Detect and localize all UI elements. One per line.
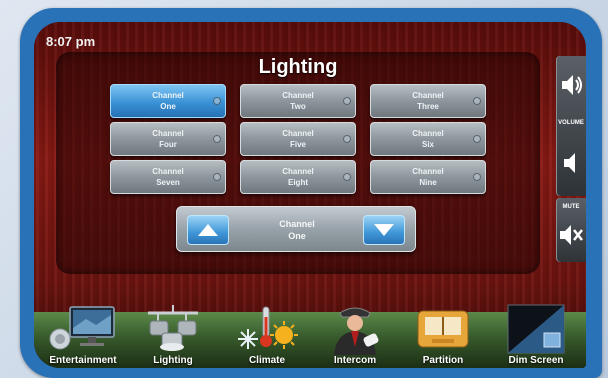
channel-line1: Channel bbox=[282, 129, 314, 138]
dock-intercom[interactable]: Intercom bbox=[320, 303, 390, 366]
indicator-dot-icon bbox=[343, 135, 351, 143]
volume-down-button[interactable] bbox=[559, 148, 583, 178]
dock-partition[interactable]: Partition bbox=[406, 303, 480, 366]
indicator-dot-icon bbox=[213, 173, 221, 181]
volume-control: VOLUME bbox=[556, 56, 586, 196]
volume-up-button[interactable] bbox=[559, 70, 583, 100]
channel-line2: Four bbox=[159, 140, 177, 149]
selected-channel-line2: One bbox=[288, 231, 306, 241]
channel-line2: Nine bbox=[419, 178, 437, 187]
channel-line1: Channel bbox=[412, 167, 444, 176]
arrow-down-icon bbox=[374, 224, 394, 236]
speaker-loud-icon bbox=[562, 75, 582, 95]
selected-channel-line1: Channel bbox=[279, 219, 315, 229]
indicator-dot-icon bbox=[473, 135, 481, 143]
channel-line1: Channel bbox=[152, 129, 184, 138]
dock-lighting[interactable]: Lighting bbox=[138, 303, 208, 366]
channel-three-button[interactable]: Channel Three bbox=[370, 84, 486, 118]
channel-line2: Six bbox=[421, 140, 434, 149]
channel-line2: Three bbox=[417, 102, 439, 111]
channel-line1: Channel bbox=[412, 129, 444, 138]
dock-entertainment[interactable]: Entertainment bbox=[40, 303, 126, 366]
dock-label: Partition bbox=[422, 355, 464, 366]
indicator-dot-icon bbox=[473, 173, 481, 181]
selected-channel-label: Channel One bbox=[237, 218, 357, 242]
channel-line2: Five bbox=[289, 140, 306, 149]
channel-seven-button[interactable]: Channel Seven bbox=[110, 160, 226, 194]
dock-label: Entertainment bbox=[49, 355, 117, 366]
dock-climate[interactable]: Climate bbox=[232, 303, 302, 366]
clock-time: 8:07 pm bbox=[46, 34, 96, 49]
channel-line1: Channel bbox=[282, 167, 314, 176]
channel-one-button[interactable]: Channel One bbox=[110, 84, 226, 118]
channel-line2: One bbox=[160, 102, 176, 111]
climate-icon bbox=[238, 306, 298, 349]
channel-up-button[interactable] bbox=[187, 215, 229, 245]
channel-line1: Channel bbox=[152, 91, 184, 100]
dim-screen-icon bbox=[507, 304, 565, 354]
channel-eight-button[interactable]: Channel Eight bbox=[240, 160, 356, 194]
channel-six-button[interactable]: Channel Six bbox=[370, 122, 486, 156]
channel-five-button[interactable]: Channel Five bbox=[240, 122, 356, 156]
channel-two-button[interactable]: Channel Two bbox=[240, 84, 356, 118]
lighting-icon bbox=[148, 305, 198, 351]
speaker-mute-icon bbox=[560, 225, 583, 245]
channel-line2: Eight bbox=[288, 178, 308, 187]
indicator-dot-icon bbox=[343, 97, 351, 105]
dock-label: Intercom bbox=[333, 355, 377, 366]
channel-down-button[interactable] bbox=[363, 215, 405, 245]
channel-line1: Channel bbox=[152, 167, 184, 176]
page-title: Lighting bbox=[258, 56, 338, 78]
channel-line1: Channel bbox=[282, 91, 314, 100]
mute-label: MUTE bbox=[562, 204, 580, 210]
dock-label: Lighting bbox=[153, 355, 193, 366]
channel-line1: Channel bbox=[412, 91, 444, 100]
indicator-dot-icon bbox=[343, 173, 351, 181]
volume-label: VOLUME bbox=[558, 120, 584, 126]
indicator-dot-icon bbox=[473, 97, 481, 105]
dock-label: Dim Screen bbox=[508, 355, 564, 366]
indicator-dot-icon bbox=[213, 135, 221, 143]
dock-dim-screen[interactable]: Dim Screen bbox=[498, 303, 574, 366]
channel-line2: Two bbox=[290, 102, 306, 111]
mute-control[interactable]: MUTE bbox=[556, 198, 586, 262]
indicator-dot-icon bbox=[213, 97, 221, 105]
partition-icon bbox=[417, 310, 469, 348]
channel-line2: Seven bbox=[156, 178, 180, 187]
intercom-icon bbox=[334, 307, 379, 355]
channel-selector: Channel One bbox=[176, 206, 416, 252]
arrow-up-icon bbox=[198, 224, 218, 236]
dock-label: Climate bbox=[248, 355, 286, 366]
channel-four-button[interactable]: Channel Four bbox=[110, 122, 226, 156]
touch-screen: 8:07 pm Lighting Channel One Channel Two… bbox=[34, 22, 586, 368]
speaker-soft-icon bbox=[564, 153, 575, 173]
entertainment-icon bbox=[49, 306, 115, 350]
channel-nine-button[interactable]: Channel Nine bbox=[370, 160, 486, 194]
